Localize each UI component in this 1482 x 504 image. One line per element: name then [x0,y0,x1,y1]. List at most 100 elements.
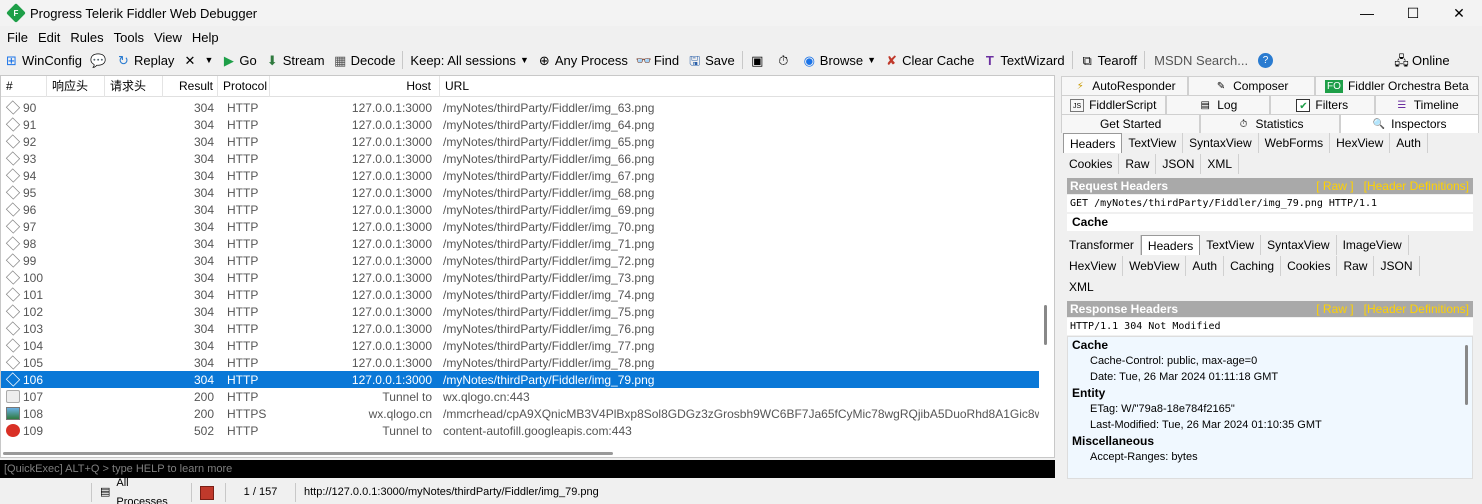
tab-timeline[interactable]: ☰ Timeline [1374,95,1479,114]
table-row[interactable]: 102 304 HTTP 127.0.0.1:3000/myNotes/thirdPa… [1,303,1041,320]
process-filter[interactable]: ▤ All Processes [92,477,192,504]
header-definitions-link[interactable]: [Header Definitions] [1364,302,1469,316]
col-result[interactable]: Result [163,76,218,97]
table-row[interactable]: 90 304 HTTP 127.0.0.1:3000/myNotes/thirdPar… [1,99,1041,116]
table-row[interactable]: 101 304 HTTP 127.0.0.1:3000/myNotes/thirdPa… [1,286,1041,303]
timer-button[interactable]: ⏱ [772,49,798,71]
table-row[interactable]: 104 304 HTTP 127.0.0.1:3000/myNotes/thirdPa… [1,337,1041,354]
req-tab-syntaxview[interactable]: SyntaxView [1183,133,1259,153]
table-row[interactable]: 109 502 HTTP Tunnel to content-autofill.goog… [1,422,1041,439]
stream-button[interactable]: ⬇ Stream [261,49,329,71]
resp-tab-xml[interactable]: XML [1063,277,1100,297]
menu-tools[interactable]: Tools [109,30,149,45]
req-tab-headers[interactable]: Headers [1063,133,1123,153]
raw-link[interactable]: [ Raw ] [1316,179,1353,193]
tab-log[interactable]: ▤ Log [1165,95,1270,114]
header-entry[interactable]: Last-Modified: Tue, 26 Mar 2024 01:10:35… [1068,417,1472,433]
header-group[interactable]: Cache [1068,337,1472,353]
table-row[interactable]: 96 304 HTTP 127.0.0.1:3000/myNotes/thirdPar… [1,201,1041,218]
table-row[interactable]: 94 304 HTTP 127.0.0.1:3000/myNotes/thirdPar… [1,167,1041,184]
req-tab-raw[interactable]: Raw [1119,154,1157,174]
header-entry[interactable]: Accept-Ranges: bytes [1068,449,1472,465]
menu-view[interactable]: View [149,30,187,45]
resp-tab-syntaxview[interactable]: SyntaxView [1261,235,1337,255]
menu-rules[interactable]: Rules [65,30,108,45]
save-button[interactable]: 🖫 Save [683,49,739,71]
header-definitions-link[interactable]: [Header Definitions] [1364,179,1469,193]
tearoff-button[interactable]: ⧉ Tearoff [1076,49,1142,71]
tab-get-started[interactable]: Get Started [1061,114,1201,133]
header-entry[interactable]: Date: Tue, 26 Mar 2024 01:11:18 GMT [1068,369,1472,385]
resp-tab-webview[interactable]: WebView [1123,256,1187,276]
resp-tab-headers[interactable]: Headers [1140,235,1201,255]
table-row[interactable]: 108 200 HTTPS wx.qlogo.cn/mmcrhead/cpA9XQni… [1,405,1041,422]
tab-fiddlerscript[interactable]: JS FiddlerScript [1061,95,1166,114]
req-tab-xml[interactable]: XML [1201,154,1240,174]
help-button[interactable]: ? [1254,49,1280,71]
find-button[interactable]: 👓 Find [632,49,683,71]
menu-help[interactable]: Help [187,30,224,45]
session-scrollbar[interactable] [1039,98,1054,457]
table-row[interactable]: 93 304 HTTP 127.0.0.1:3000/myNotes/thirdPar… [1,150,1041,167]
resp-tab-raw[interactable]: Raw [1337,256,1375,276]
req-tab-textview[interactable]: TextView [1122,133,1184,153]
minimize-button[interactable]: — [1344,0,1390,26]
msdn-search-input[interactable]: MSDN Search... [1148,53,1254,68]
table-row[interactable]: 97 304 HTTP 127.0.0.1:3000/myNotes/thirdPar… [1,218,1041,235]
resp-tab-cookies[interactable]: Cookies [1281,256,1338,276]
req-tab-cookies[interactable]: Cookies [1063,154,1120,174]
table-row[interactable]: 105 304 HTTP 127.0.0.1:3000/myNotes/thirdPa… [1,354,1041,371]
decode-button[interactable]: ▦ Decode [329,49,400,71]
req-tab-webforms[interactable]: WebForms [1259,133,1331,153]
resp-tab-imageview[interactable]: ImageView [1337,235,1409,255]
table-row[interactable]: 91 304 HTTP 127.0.0.1:3000/myNotes/thirdPar… [1,116,1041,133]
tab-statistics[interactable]: ⏱ Statistics [1200,114,1340,133]
resp-tab-transformer[interactable]: Transformer [1063,235,1141,255]
table-row[interactable]: 99 304 HTTP 127.0.0.1:3000/myNotes/thirdPar… [1,252,1041,269]
req-tab-json[interactable]: JSON [1156,154,1202,174]
resp-tab-hexview[interactable]: HexView [1063,256,1124,276]
col-host[interactable]: Host [270,76,440,97]
replay-button[interactable]: ↻ Replay [112,49,178,71]
req-tab-auth[interactable]: Auth [1390,133,1428,153]
tab-composer[interactable]: ✎ Composer [1187,76,1315,95]
tab-autoresponder[interactable]: ⚡ AutoResponder [1061,76,1188,95]
screenshot-button[interactable]: ▣ [746,49,772,71]
scrollbar-thumb[interactable] [1044,305,1047,345]
raw-link[interactable]: [ Raw ] [1316,302,1353,316]
resp-tab-auth[interactable]: Auth [1186,256,1225,276]
clear-cache-button[interactable]: ✘ Clear Cache [880,49,978,71]
go-button[interactable]: ▶ Go [217,49,260,71]
online-status[interactable]: 🖧 Online [1390,49,1454,71]
table-row[interactable]: 107 200 HTTP Tunnel to wx.qlogo.cn:443 [1,388,1041,405]
resp-tab-json[interactable]: JSON [1374,256,1420,276]
remove-button[interactable]: ✕ ▼ [178,49,217,71]
col-request-header[interactable]: 请求头 [105,76,163,97]
comment-button[interactable]: 💬 [86,49,112,71]
capture-indicator[interactable] [192,483,226,502]
req-tab-hexview[interactable]: HexView [1330,133,1391,153]
menu-file[interactable]: File [2,30,33,45]
close-button[interactable]: ✕ [1436,0,1482,26]
table-row[interactable]: 95 304 HTTP 127.0.0.1:3000/myNotes/thirdPar… [1,184,1041,201]
menu-edit[interactable]: Edit [33,30,65,45]
table-row[interactable]: 100 304 HTTP 127.0.0.1:3000/myNotes/thirdPa… [1,269,1041,286]
horizontal-scrollbar[interactable] [3,452,613,455]
table-row[interactable]: 103 304 HTTP 127.0.0.1:3000/myNotes/thirdPa… [1,320,1041,337]
resp-tab-textview[interactable]: TextView [1200,235,1262,255]
any-process-button[interactable]: ⊕ Any Process [533,49,632,71]
winconfig-button[interactable]: ⊞ WinConfig [0,49,86,71]
col-url[interactable]: URL [440,76,1054,97]
table-row[interactable]: 98 304 HTTP 127.0.0.1:3000/myNotes/thirdPar… [1,235,1041,252]
header-entry[interactable]: Cache-Control: public, max-age=0 [1068,353,1472,369]
header-group[interactable]: Entity [1068,385,1472,401]
tab-filters[interactable]: ✔ Filters [1270,95,1375,114]
resp-tab-caching[interactable]: Caching [1224,256,1282,276]
table-row[interactable]: 92 304 HTTP 127.0.0.1:3000/myNotes/thirdPar… [1,133,1041,150]
maximize-button[interactable]: ☐ [1390,0,1436,26]
textwizard-button[interactable]: T TextWizard [978,49,1068,71]
browse-button[interactable]: ◉ Browse ▼ [798,49,880,71]
tab-fiddler-orchestra[interactable]: FO Fiddler Orchestra Beta [1314,76,1479,95]
col-num[interactable]: # [1,76,47,97]
col-response-header[interactable]: 响应头 [47,76,105,97]
